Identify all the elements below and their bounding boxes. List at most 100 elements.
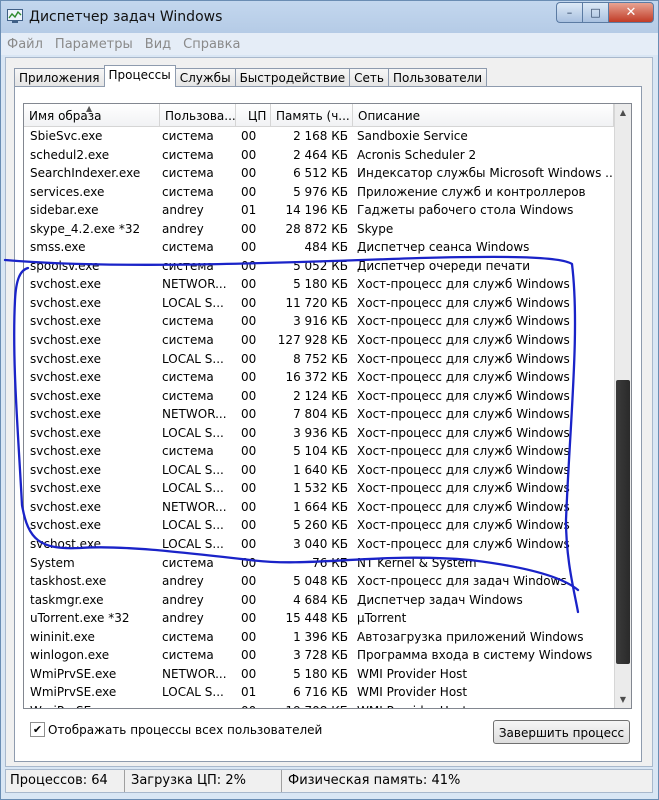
table-row[interactable]: svchost.exe NETWOR... 00 1 664 КБ Хост-проце…: [24, 498, 614, 517]
table-row[interactable]: SbieSvc.exe система 00 2 168 КБ Sandboxie Se…: [24, 127, 614, 146]
show-all-users[interactable]: ✔ Отображать процессы всех пользователей: [30, 722, 322, 737]
table-row[interactable]: svchost.exe LOCAL S... 00 3 040 КБ Хост-проц…: [24, 535, 614, 554]
table-row[interactable]: svchost.exe LOCAL S... 00 8 752 КБ Хост-проц…: [24, 350, 614, 369]
vertical-scrollbar[interactable]: ▲ ▼: [614, 104, 631, 708]
column-header-user[interactable]: Пользова...: [160, 104, 236, 126]
process-memory: 2 124 КБ: [293, 388, 348, 403]
process-description: Хост-процесс для служб Windows: [357, 499, 570, 514]
table-row[interactable]: svchost.exe LOCAL S... 00 11 720 КБ Хост-про…: [24, 294, 614, 313]
menu-help[interactable]: Справка: [183, 37, 240, 52]
tab-applications[interactable]: Приложения: [14, 68, 105, 87]
column-header-cpu[interactable]: ЦП: [236, 104, 271, 126]
tab-network[interactable]: Сеть: [349, 68, 389, 87]
show-all-users-checkbox[interactable]: ✔: [30, 722, 45, 737]
table-row[interactable]: svchost.exe NETWOR... 00 5 180 КБ Хост-проце…: [24, 275, 614, 294]
process-cpu: 00: [241, 388, 257, 403]
table-row[interactable]: skype_4.2.exe *32 andrey 00 28 872 КБ Skype: [24, 220, 614, 239]
table-row[interactable]: svchost.exe система 00 3 916 КБ Хост-процесс…: [24, 312, 614, 331]
process-name: svchost.exe: [30, 388, 101, 403]
menu-options[interactable]: Параметры: [55, 37, 133, 52]
table-row[interactable]: taskhost.exe andrey 00 5 048 КБ Хост-процесс…: [24, 572, 614, 591]
process-cpu: 00: [241, 648, 257, 663]
process-cpu: 00: [241, 314, 257, 329]
process-name: svchost.exe: [30, 425, 101, 440]
table-row[interactable]: svchost.exe система 00 2 124 КБ Хост-процесс…: [24, 387, 614, 406]
table-row[interactable]: System система 00 76 КБ NT Kernel & System: [24, 554, 614, 573]
sort-ascending-icon: ▲: [86, 104, 93, 113]
table-row[interactable]: sidebar.exe andrey 01 14 196 КБ Гаджеты рабо…: [24, 201, 614, 220]
table-row[interactable]: svchost.exe LOCAL S... 00 3 936 КБ Хост-проц…: [24, 424, 614, 443]
column-header-description[interactable]: Описание: [353, 104, 614, 126]
scroll-thumb[interactable]: [616, 380, 630, 664]
process-description: Приложение служб и контроллеров: [357, 184, 586, 199]
process-name: svchost.exe: [30, 518, 101, 533]
tab-services[interactable]: Службы: [174, 68, 236, 87]
maximize-button[interactable]: □: [582, 2, 608, 23]
process-memory: 6 716 КБ: [293, 685, 348, 700]
process-description: Sandboxie Service: [357, 129, 468, 143]
table-row[interactable]: svchost.exe LOCAL S... 00 5 260 КБ Хост-проц…: [24, 516, 614, 535]
table-row[interactable]: WmiPrvSE.exe NETWOR... 00 5 180 КБ WMI Provi…: [24, 665, 614, 684]
column-header-image-name[interactable]: ▲ Имя образа: [24, 104, 160, 126]
process-name: SbieSvc.exe: [30, 129, 103, 143]
process-name: svchost.exe: [30, 407, 101, 422]
end-process-button[interactable]: Завершить процесс: [493, 720, 630, 744]
process-description: WMI Provider Host: [357, 666, 468, 681]
table-row[interactable]: taskmgr.exe andrey 00 4 684 КБ Диспетчер зад…: [24, 591, 614, 610]
table-row[interactable]: spoolsv.exe система 00 5 052 КБ Диспетчер оч…: [24, 257, 614, 276]
process-cpu: 00: [241, 166, 257, 181]
table-row[interactable]: WmiPrvSE.exe система 00 19 708 КБ WMI Provid…: [24, 702, 614, 708]
minimize-button[interactable]: –: [556, 2, 582, 23]
process-memory: 15 448 КБ: [285, 611, 348, 626]
table-row[interactable]: svchost.exe система 00 127 928 КБ Хост-проце…: [24, 331, 614, 350]
process-name: uTorrent.exe *32: [30, 611, 130, 626]
window-title: Диспетчер задач Windows: [29, 9, 223, 25]
table-row[interactable]: services.exe система 00 5 976 КБ Приложение …: [24, 183, 614, 202]
process-description: WMI Provider Host: [357, 702, 612, 708]
process-cpu: 00: [241, 666, 257, 681]
process-user: LOCAL S...: [162, 462, 224, 477]
table-row[interactable]: svchost.exe LOCAL S... 00 1 532 КБ Хост-проц…: [24, 479, 614, 498]
title-bar[interactable]: Диспетчер задач Windows – □ ✕: [1, 1, 658, 33]
table-row[interactable]: svchost.exe LOCAL S... 00 1 640 КБ Хост-проц…: [24, 461, 614, 480]
process-user: LOCAL S...: [162, 295, 224, 310]
process-user: система: [162, 258, 214, 273]
table-row[interactable]: smss.exe система 00 484 КБ Диспетчер сеанса …: [24, 238, 614, 257]
menu-file[interactable]: Файл: [7, 37, 43, 52]
process-name: svchost.exe: [30, 370, 101, 385]
process-name: WmiPrvSE.exe: [30, 685, 117, 700]
table-row[interactable]: SearchIndexer.exe система 00 6 512 КБ Индекс…: [24, 164, 614, 183]
status-cpu-usage: Загрузка ЦП: 2%: [127, 770, 282, 792]
tab-performance[interactable]: Быстродействие: [234, 68, 351, 87]
process-memory: 7 804 КБ: [293, 407, 348, 422]
process-memory: 484 КБ: [304, 240, 348, 255]
table-row[interactable]: svchost.exe NETWOR... 00 7 804 КБ Хост-проце…: [24, 405, 614, 424]
table-row[interactable]: wininit.exe система 00 1 396 КБ Автозагрузка…: [24, 628, 614, 647]
process-description: Гаджеты рабочего стола Windows: [357, 203, 574, 218]
process-user: система: [162, 314, 214, 329]
process-memory: 5 048 КБ: [293, 574, 348, 589]
process-name: svchost.exe: [30, 537, 101, 552]
table-row[interactable]: schedul2.exe система 00 2 464 КБ Acronis Sch…: [24, 146, 614, 165]
status-process-count: Процессов: 64: [6, 770, 125, 792]
process-user: LOCAL S...: [162, 425, 224, 440]
process-cpu: 00: [241, 702, 265, 708]
scroll-up-icon[interactable]: ▲: [615, 104, 631, 121]
process-list[interactable]: ▲ Имя образа Пользова... ЦП Память (ч...…: [23, 103, 632, 709]
tab-processes[interactable]: Процессы: [103, 65, 176, 87]
process-description: NT Kernel & System: [357, 555, 477, 570]
table-row[interactable]: svchost.exe система 00 16 372 КБ Хост-процес…: [24, 368, 614, 387]
table-row[interactable]: WmiPrvSE.exe LOCAL S... 01 6 716 КБ WMI Prov…: [24, 683, 614, 702]
menu-view[interactable]: Вид: [145, 37, 171, 52]
table-row[interactable]: svchost.exe система 00 5 104 КБ Хост-процесс…: [24, 442, 614, 461]
tab-users[interactable]: Пользователи: [387, 68, 488, 87]
close-button[interactable]: ✕: [608, 2, 654, 23]
process-name: winlogon.exe: [30, 648, 110, 663]
scroll-down-icon[interactable]: ▼: [615, 691, 631, 708]
process-name: SearchIndexer.exe: [30, 166, 141, 181]
table-row[interactable]: uTorrent.exe *32 andrey 00 15 448 КБ µTorren…: [24, 609, 614, 628]
process-user: LOCAL S...: [162, 351, 224, 366]
table-row[interactable]: winlogon.exe система 00 3 728 КБ Программа в…: [24, 646, 614, 665]
column-header-memory[interactable]: Память (ч...: [271, 104, 353, 126]
process-memory: 8 752 КБ: [293, 351, 348, 366]
